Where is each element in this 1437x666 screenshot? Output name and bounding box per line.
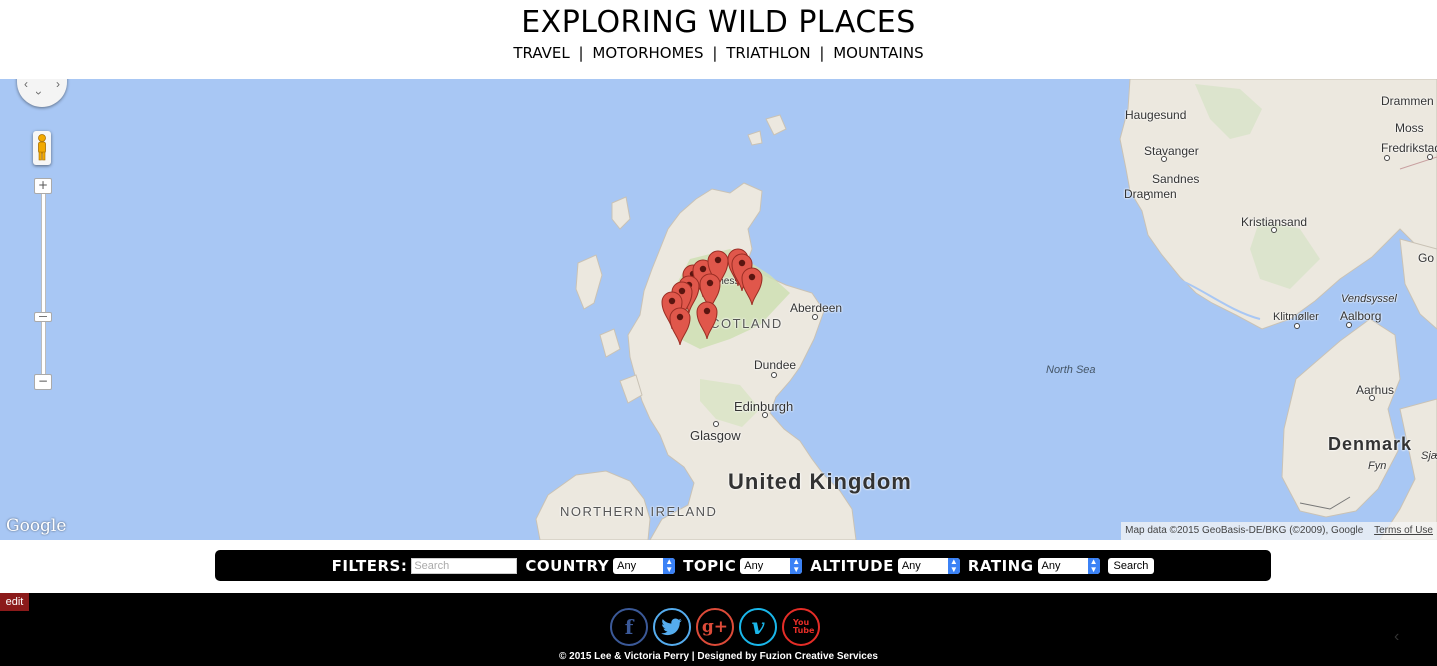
vimeo-icon: v [751,614,765,640]
map-marker[interactable] [669,306,691,346]
label-aarhus: Aarhus [1356,383,1395,397]
label-glasgow: Glasgow [690,428,741,443]
search-button[interactable]: Search [1107,557,1155,574]
rating-select-value: Any [1041,559,1061,572]
map-marker[interactable] [696,300,718,340]
label-aberdeen: Aberdeen [790,301,843,315]
youtube-button[interactable]: You Tube [782,608,820,646]
pegman-icon [38,134,46,161]
filters-label: FILTERS: [331,556,408,575]
nav-separator: | [819,44,825,62]
label-aalborg: Aalborg [1340,309,1382,323]
label-northern-ireland: NORTHERN IRELAND [560,504,718,519]
label-moss: Moss [1395,121,1424,135]
altitude-select-value: Any [901,559,921,572]
google-logo[interactable]: Google [6,516,66,536]
map[interactable]: Drammen Haugesund Drammen Moss Stavanger… [0,79,1437,540]
topic-select[interactable]: Any ▲ ▼ [740,557,803,574]
altitude-select[interactable]: Any ▲ ▼ [897,557,960,574]
select-arrows-icon: ▲ ▼ [1087,557,1100,574]
country-select-value: Any [617,559,637,572]
pan-left-icon[interactable]: ‹ [24,79,28,91]
select-arrows-icon: ▲ ▼ [947,557,960,574]
facebook-icon: f [624,615,634,639]
street-view-pegman[interactable] [33,131,51,165]
label-denmark: Denmark [1328,434,1413,454]
nav-travel[interactable]: TRAVEL [513,44,569,62]
label-sja: Sjæ [1421,450,1437,462]
map-marker[interactable] [741,266,763,306]
altitude-label: ALTITUDE [810,556,894,575]
label-haugesund: Haugesund [1125,108,1187,122]
google-plus-button[interactable]: g+ [696,608,734,646]
twitter-button[interactable] [653,608,691,646]
country-label: COUNTRY [525,556,610,575]
site-header: EXPLORING WILD PLACES TRAVEL | MOTORHOME… [0,0,1437,79]
rating-select[interactable]: Any ▲ ▼ [1037,557,1100,574]
label-united-kingdom: United Kingdom [728,469,912,494]
label-kristiansand: Kristiansand [1241,215,1308,229]
youtube-icon: You Tube [793,618,815,635]
label-stavanger: Stavanger [1144,144,1199,158]
facebook-button[interactable]: f [610,608,648,646]
main-nav: TRAVEL | MOTORHOMES | TRIATHLON | MOUNTA… [0,44,1437,62]
zoom-slider-handle[interactable] [34,312,52,322]
copyright: © 2015 Lee & Victoria Perry | Designed b… [558,651,878,662]
select-arrows-icon: ▲ ▼ [663,557,676,574]
label-dundee: Dundee [754,358,797,372]
pan-down-icon[interactable]: › [32,91,46,95]
label-sandnes: Sandnes [1152,172,1200,186]
site-title[interactable]: EXPLORING WILD PLACES [0,5,1437,40]
label-klitmoller: Klitmøller [1273,311,1319,323]
nav-mountains[interactable]: MOUNTAINS [833,44,923,62]
country-select[interactable]: Any ▲ ▼ [613,557,676,574]
filter-bar: FILTERS: COUNTRY Any ▲▼ TOPIC Any ▲▼ ALT… [215,550,1271,581]
label-vendsyssel: Vendsyssel [1341,293,1397,305]
label-drammen: Drammen [1124,187,1177,201]
zoom-slider-track[interactable] [41,194,46,375]
topic-select-value: Any [744,559,764,572]
pan-right-icon[interactable]: › [56,79,60,91]
nav-separator: | [712,44,718,62]
select-arrows-icon: ▲ ▼ [790,557,803,574]
vimeo-button[interactable]: v [739,608,777,646]
label-fyn: Fyn [1368,460,1387,472]
terms-of-use-link[interactable]: Terms of Use [1374,525,1433,536]
edit-link[interactable]: edit [0,593,29,611]
twitter-icon [661,618,682,636]
label-go: Go [1418,251,1435,265]
attribution-text: Map data ©2015 GeoBasis-DE/BKG (©2009), … [1125,525,1364,536]
zoom-out-button[interactable]: − [34,374,52,390]
label-edinburgh: Edinburgh [734,399,794,414]
nav-motorhomes[interactable]: MOTORHOMES [592,44,703,62]
rating-label: RATING [967,556,1034,575]
label-north-sea: North Sea [1046,364,1096,376]
search-input[interactable] [411,557,518,574]
zoom-in-button[interactable]: + [34,178,52,194]
label-fredrikstad: Fredrikstad [1381,141,1437,155]
map-attribution: Map data ©2015 GeoBasis-DE/BKG (©2009), … [1121,522,1437,540]
nav-separator: | [578,44,584,62]
back-to-top-icon[interactable]: ‹ [1394,628,1399,646]
nav-triathlon[interactable]: TRIATHLON [726,44,810,62]
google-plus-icon: g+ [701,617,729,637]
topic-label: TOPIC [683,556,737,575]
label-drammen-city: Drammen [1381,94,1434,108]
